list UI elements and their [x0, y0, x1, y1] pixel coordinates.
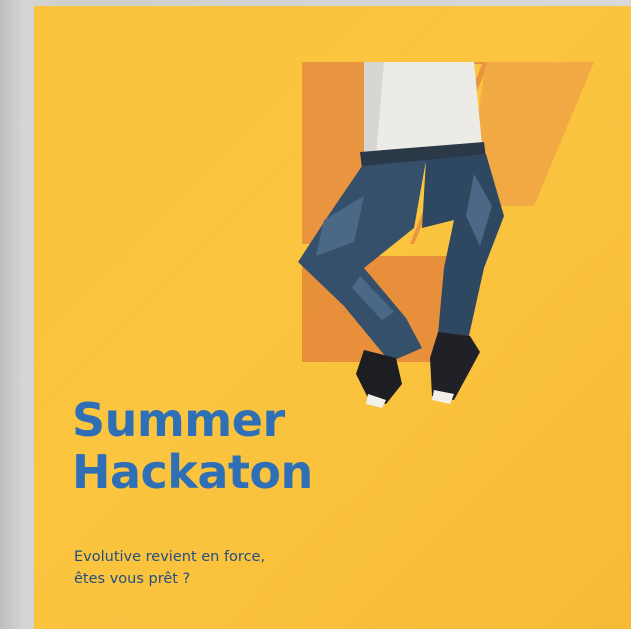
title-line-2: Hackaton — [72, 445, 313, 499]
poster-subtitle: Evolutive revient en force, êtes vous pr… — [74, 546, 265, 590]
title-line-1: Summer — [72, 393, 285, 447]
page: Summer Hackaton Evolutive revient en for… — [0, 0, 631, 629]
poster-illustration — [298, 62, 594, 408]
subtitle-line-1: Evolutive revient en force, — [74, 549, 266, 565]
hackathon-poster: Summer Hackaton Evolutive revient en for… — [34, 6, 631, 629]
subtitle-line-2: êtes vous prêt ? — [74, 571, 191, 587]
poster-title: Summer Hackaton — [72, 394, 313, 498]
